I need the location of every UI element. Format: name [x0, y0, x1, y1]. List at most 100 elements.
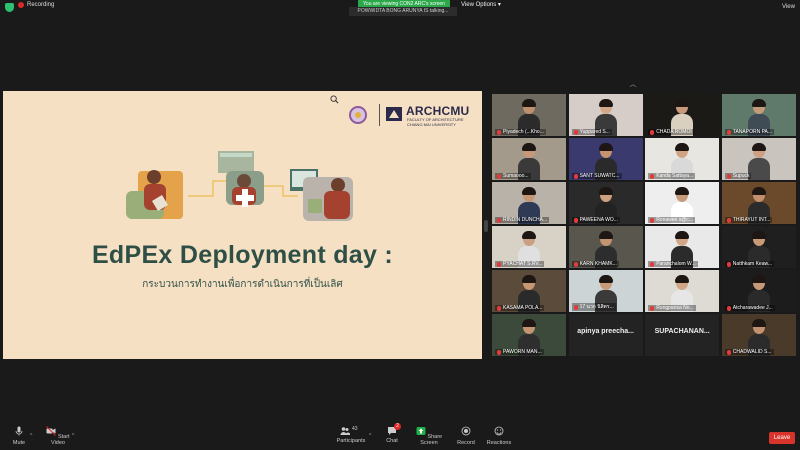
participant-name-label: PAWEENA WO... — [571, 217, 620, 223]
muted-microphone-icon — [726, 129, 731, 135]
participant-name-text: KASAMA POLA... — [503, 305, 543, 311]
participant-name-label: KASAMA POLA... — [495, 305, 545, 311]
mute-options-chevron-icon[interactable]: ^ — [30, 433, 32, 439]
participant-name-text: Ronawee s@c... — [656, 217, 693, 223]
participant-name-label: Supuck — [724, 173, 752, 179]
chat-icon-wrap: 2 — [387, 423, 401, 436]
security-shield-icon[interactable] — [5, 3, 14, 12]
participant-name-label: Paranchalom W... — [648, 261, 698, 267]
reactions-button[interactable]: Reactions — [486, 426, 512, 446]
participant-tile[interactable]: 17 นวก นิสิตร... — [568, 270, 643, 312]
participant-tile[interactable]: Yuppared S... — [568, 94, 643, 136]
muted-microphone-icon — [573, 129, 578, 135]
record-icon — [461, 426, 471, 436]
participant-name-text: TANAPORN PA... — [732, 129, 773, 135]
muted-microphone-icon — [573, 304, 578, 310]
muted-microphone-icon — [573, 261, 578, 267]
participant-video-background — [568, 314, 643, 356]
slide-title: EdPEx Deployment day : — [91, 241, 394, 269]
participants-icon — [340, 427, 350, 435]
participant-name-label: Atcharawadee J... — [724, 305, 775, 311]
participant-name-text: Natthkam Keaw... — [732, 261, 772, 267]
share-screen-button[interactable]: Share Screen — [413, 426, 445, 446]
participant-tile[interactable]: THIRAYUT INT... — [721, 182, 796, 224]
participant-tile[interactable]: KARN KHAMK... — [568, 226, 643, 268]
participant-tile[interactable]: Natthkam Keaw... — [721, 226, 796, 268]
record-button[interactable]: Record — [455, 426, 477, 446]
participant-tile[interactable]: PYACHAT S.RV... — [492, 226, 566, 268]
view-button[interactable]: View — [782, 4, 795, 10]
participant-name-label: Ronawee s@c... — [648, 217, 695, 223]
participant-tile[interactable]: Kanda Sattaya... — [645, 138, 720, 180]
muted-microphone-icon — [726, 349, 731, 355]
participant-tile[interactable]: KASAMA POLA... — [492, 270, 566, 312]
slide-illustration — [126, 151, 353, 221]
participant-name-text: RINDIN DUNCHA... — [503, 217, 548, 223]
participant-name-label: RINDIN DUNCHA... — [495, 217, 550, 223]
talking-indicator: POWWIDTA BONG ARUNYA IS talking... — [349, 7, 457, 16]
participant-name-label: Rungpansa No... — [648, 305, 696, 311]
participant-tile[interactable]: Ronawee s@c... — [645, 182, 720, 224]
participant-tile[interactable]: SUPACHANAN... — [645, 314, 720, 356]
participant-tile[interactable]: SANT SUWATC... — [568, 138, 643, 180]
leave-button[interactable]: Leave — [769, 432, 795, 444]
muted-microphone-icon — [726, 305, 731, 311]
video-camera-off-icon — [46, 426, 57, 436]
participant-video-background — [645, 314, 720, 356]
participant-tile[interactable]: CHADA ROMOI — [645, 94, 720, 136]
start-video-button[interactable]: Start Video — [43, 426, 73, 446]
chevron-up-icon[interactable]: ︿ — [627, 80, 639, 90]
participant-tile[interactable]: RINDIN DUNCHA... — [492, 182, 566, 224]
participant-name-label: CHADA ROMOI — [648, 129, 694, 135]
participant-name-label: 17 นวก นิสิตร... — [571, 303, 616, 311]
video-options-chevron-icon[interactable]: ^ — [72, 433, 74, 439]
view-options-button[interactable]: View Options ▾ — [461, 1, 501, 8]
participant-tile[interactable]: CHADWALID S... — [721, 314, 796, 356]
participant-name-text: PYACHAT S.RV... — [503, 261, 543, 267]
participant-name-text: PAWORN MAN... — [503, 349, 542, 355]
reactions-label: Reactions — [486, 440, 512, 446]
participant-name-text: SANT SUWATC... — [579, 173, 620, 179]
muted-microphone-icon — [497, 261, 501, 267]
recording-indicator[interactable]: Recording — [18, 2, 54, 8]
participant-name-label: Kanda Sattaya... — [648, 173, 696, 179]
split-divider-handle[interactable] — [484, 220, 488, 232]
muted-microphone-icon — [650, 305, 655, 311]
participant-tile[interactable]: apinya preecha... — [568, 314, 643, 356]
mute-button[interactable]: Mute — [9, 426, 29, 446]
chat-button[interactable]: 2 Chat — [382, 423, 402, 444]
participant-name-label: Sumaooo... — [495, 173, 531, 179]
muted-microphone-icon — [497, 217, 501, 223]
muted-microphone-icon — [497, 129, 501, 135]
view-label: View — [782, 4, 795, 10]
participant-tile[interactable]: TANAPORN PA... — [721, 94, 796, 136]
leave-label: Leave — [773, 435, 791, 441]
top-bar: Recording You are viewing CON2 ARC's scr… — [0, 0, 800, 16]
participant-name-label: Natthkam Keaw... — [724, 261, 774, 267]
participant-name-text: CHADWALID S... — [732, 349, 772, 355]
participant-name-display: apinya preecha... — [577, 328, 634, 335]
participant-tile[interactable]: PAWORN MAN... — [492, 314, 566, 356]
share-screen-icon — [416, 427, 426, 435]
participant-tile[interactable]: Atcharawadee J... — [721, 270, 796, 312]
participants-button[interactable]: 43 Participants — [334, 426, 368, 444]
participant-tile[interactable]: Sumaooo... — [492, 138, 566, 180]
university-seal-logo — [349, 106, 367, 124]
magnifier-icon[interactable] — [330, 95, 339, 104]
record-label: Record — [457, 440, 475, 446]
participant-name-label: THIRAYUT INT... — [724, 217, 773, 223]
muted-microphone-icon — [573, 173, 578, 179]
participant-tile[interactable]: PAWEENA WO... — [568, 182, 643, 224]
archcmu-logo-name: ARCHCMU — [406, 104, 470, 118]
participants-options-chevron-icon[interactable]: ^ — [369, 433, 371, 439]
participant-name-text: Paranchalom W... — [656, 261, 696, 267]
reactions-smiley-icon — [494, 426, 504, 436]
participant-tile[interactable]: Piyadech (...Kho... — [492, 94, 566, 136]
participant-name-label: KARN KHAMK... — [571, 261, 619, 267]
participant-tile[interactable]: Supuck — [721, 138, 796, 180]
participant-name-text: Piyadech (...Kho... — [503, 129, 544, 135]
recording-dot-icon — [18, 2, 24, 8]
participant-tile[interactable]: Rungpansa No... — [645, 270, 720, 312]
participant-tile[interactable]: Paranchalom W... — [645, 226, 720, 268]
participant-name-text: Kanda Sattaya... — [656, 173, 694, 179]
